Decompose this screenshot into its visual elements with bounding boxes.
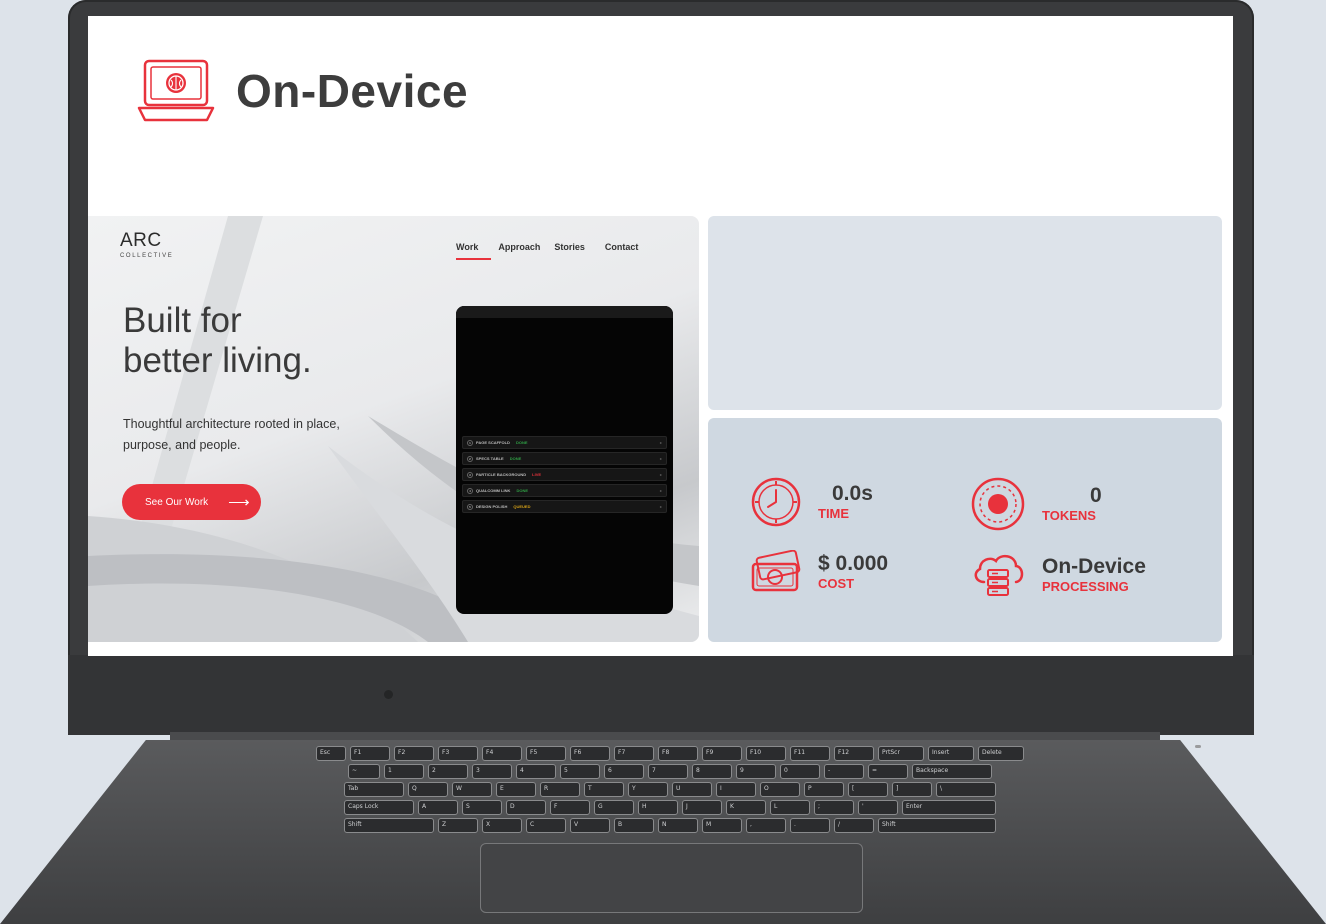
processing-label: PROCESSING xyxy=(1042,579,1129,594)
cost-value: $ 0.000 xyxy=(818,552,889,575)
webcam xyxy=(384,690,393,699)
site-nav: Work Approach Stories Contact xyxy=(456,242,638,260)
task-name: PARTICLE BACKGROUND xyxy=(476,472,527,477)
task-number: 3 xyxy=(467,471,473,478)
device-preview: 1 PAGE SCAFFOLD DONE ▸ 2 SPECS TABLE DONE ▸ 3 PAR… xyxy=(456,306,673,614)
task-status: QUEUED xyxy=(513,504,531,509)
screen: On-Device ARC COLLECTIVE Work Approach S… xyxy=(88,16,1233,656)
cost-label: COST xyxy=(818,576,855,591)
site-nav-work[interactable]: Work xyxy=(456,242,492,260)
site-headline: Built for better living. xyxy=(123,301,403,381)
site-headline-line2: better living. xyxy=(123,341,312,380)
stat-processing: On-Device PROCESSING xyxy=(970,550,1146,600)
site-headline-line1: Built for xyxy=(123,301,242,340)
chevron-right-icon[interactable]: ▸ xyxy=(660,504,662,509)
time-label: TIME xyxy=(818,506,850,521)
task-status: DONE xyxy=(516,488,529,493)
task-list: 1 PAGE SCAFFOLD DONE ▸ 2 SPECS TABLE DONE ▸ 3 PAR… xyxy=(462,436,667,516)
task-number: 5 xyxy=(467,503,473,510)
stat-time: 0.0s TIME xyxy=(750,476,873,528)
time-value: 0.0s xyxy=(832,482,873,505)
task-status: LIVE xyxy=(532,472,542,477)
output-panel xyxy=(708,216,1222,410)
processing-value: On-Device xyxy=(1042,555,1146,578)
site-nav-contact[interactable]: Contact xyxy=(605,242,639,260)
see-our-work-button[interactable]: See Our Work ⟶ xyxy=(122,484,261,520)
site-subtext: Thoughtful architecture rooted in place,… xyxy=(123,417,340,452)
chevron-right-icon[interactable]: ▸ xyxy=(660,488,662,493)
chevron-right-icon[interactable]: ▸ xyxy=(660,472,662,477)
task-row[interactable]: 5 DESIGN POLISH QUEUED ▸ xyxy=(462,500,667,513)
clock-icon xyxy=(751,477,801,527)
task-status: DONE xyxy=(515,440,528,445)
stats-panel: 0.0s TIME 0 TOKENS $ 0.000 COST On-Devic… xyxy=(708,418,1222,642)
task-row[interactable]: 4 QUALCOMM LINK DONE ▸ xyxy=(462,484,667,497)
cloud-server-icon xyxy=(974,554,1024,596)
chevron-right-icon[interactable]: ▸ xyxy=(660,440,662,445)
money-icon xyxy=(751,550,801,592)
keyboard: Esc F1 F2 F3 F4 F5 F6 F7 F8 F9 F10 F11 F12 PrtScr Inse… xyxy=(185,746,1155,836)
task-name: PAGE SCAFFOLD xyxy=(476,440,510,445)
task-number: 4 xyxy=(467,487,473,494)
task-status: DONE xyxy=(509,456,522,461)
site-logo[interactable]: ARC COLLECTIVE xyxy=(120,230,173,259)
site-logo-sub: COLLECTIVE xyxy=(120,253,174,259)
tokens-value: 0 xyxy=(1090,484,1102,507)
tokens-label: TOKENS xyxy=(1042,508,1096,523)
arrow-right-icon: ⟶ xyxy=(228,494,250,511)
laptop-bezel xyxy=(68,655,1254,735)
site-logo-main: ARC xyxy=(120,230,162,251)
task-row[interactable]: 1 PAGE SCAFFOLD DONE ▸ xyxy=(462,436,667,449)
stat-tokens: 0 TOKENS xyxy=(970,476,1102,532)
stat-cost: $ 0.000 COST xyxy=(750,550,888,594)
task-number: 2 xyxy=(467,455,473,462)
task-name: SPECS TABLE xyxy=(476,456,504,461)
task-row[interactable]: 3 PARTICLE BACKGROUND LIVE ▸ xyxy=(462,468,667,481)
app-title: On-Device xyxy=(236,65,469,117)
trackpad[interactable] xyxy=(480,843,863,913)
cta-label: See Our Work xyxy=(145,496,209,508)
site-nav-stories[interactable]: Stories xyxy=(554,242,585,260)
task-name: QUALCOMM LINK xyxy=(476,488,511,493)
laptop-brain-icon xyxy=(137,59,215,122)
task-row[interactable]: 2 SPECS TABLE DONE ▸ xyxy=(462,452,667,465)
chevron-right-icon[interactable]: ▸ xyxy=(660,456,662,461)
brand-header: On-Device xyxy=(136,58,468,124)
task-number: 1 xyxy=(467,439,473,446)
power-led xyxy=(1195,745,1201,748)
device-top-bar xyxy=(456,306,673,318)
website-preview: ARC COLLECTIVE Work Approach Stories Con… xyxy=(88,216,699,642)
record-icon xyxy=(971,477,1025,531)
task-name: DESIGN POLISH xyxy=(476,504,508,509)
site-nav-approach[interactable]: Approach xyxy=(498,242,540,260)
